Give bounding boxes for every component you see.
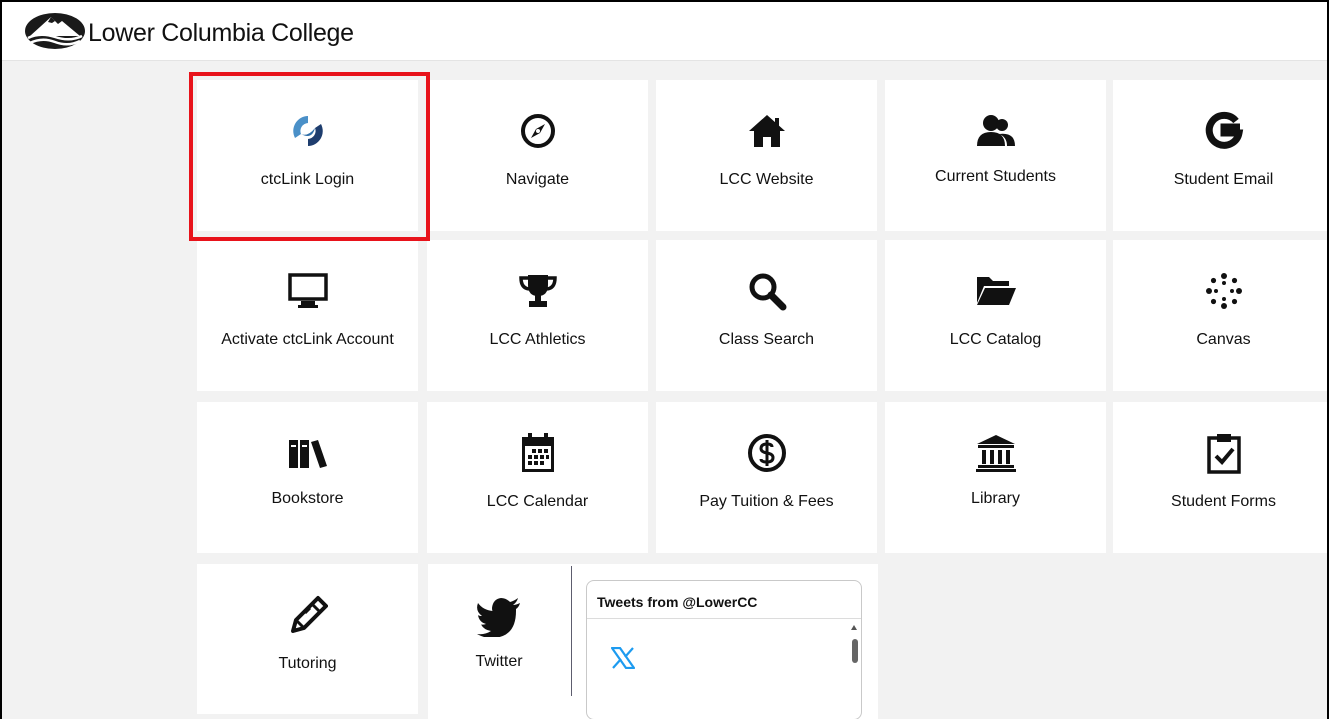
tile-label: LCC Catalog [949,331,1042,348]
app-frame: Lower Columbia College ctcLink Login Nav… [0,0,1329,719]
books-icon [288,440,327,468]
tile-canvas[interactable]: Canvas [1113,240,1327,391]
tile-label: Library [971,490,1020,507]
brand-title[interactable]: Lower Columbia College [88,18,354,48]
tile-label: Class Search [718,331,815,348]
tile-label: Activate ctcLink Account [221,331,394,348]
home-icon [748,115,785,147]
tile-student-email[interactable]: Student Email [1113,80,1327,231]
trophy-icon [518,275,557,307]
bank-icon [975,435,1016,472]
divider [571,566,572,696]
tile-label: Student Forms [1171,493,1276,510]
tile-label: Tutoring [278,655,337,672]
twitter-bird-icon [477,598,520,637]
tile-label: Canvas [1196,331,1251,348]
scrollbar-thumb[interactable] [852,639,858,663]
search-icon [749,273,786,311]
tile-label: Pay Tuition & Fees [699,493,834,510]
tile-label: LCC Athletics [489,331,586,348]
tile-label: LCC Calendar [486,493,589,510]
tile-lcc-website[interactable]: LCC Website [656,80,877,231]
tile-label: Twitter [475,653,523,670]
tile-lcc-calendar[interactable]: LCC Calendar [427,402,648,553]
tweets-widget[interactable]: Tweets from @LowerCC [586,580,862,719]
tweets-header: Tweets from @LowerCC [587,581,861,619]
ctclink-logo-icon [292,116,323,146]
tile-lcc-athletics[interactable]: LCC Athletics [427,240,648,391]
tile-ctclink-login[interactable]: ctcLink Login [197,80,418,231]
dollar-circle-icon [747,434,786,472]
clipboard-check-icon [1206,434,1241,474]
pencil-icon [290,596,328,633]
tile-class-search[interactable]: Class Search [656,240,877,391]
tile-student-forms[interactable]: Student Forms [1113,402,1327,553]
tile-pay-tuition-fees[interactable]: Pay Tuition & Fees [656,402,877,553]
tile-current-students[interactable]: Current Students [885,80,1106,231]
tile-tutoring[interactable]: Tutoring [197,564,418,714]
monitor-icon [287,273,328,308]
tile-label: ctcLink Login [260,171,355,188]
tile-twitter[interactable]: Twitter [428,564,570,714]
folder-open-icon [976,277,1016,305]
mountain-waves-logo[interactable] [24,12,86,50]
tile-activate-ctclink-account[interactable]: Activate ctcLink Account [197,240,418,391]
tile-label: Bookstore [271,490,344,507]
users-icon [976,115,1015,146]
tile-bookstore[interactable]: Bookstore [197,402,418,553]
header: Lower Columbia College [2,2,1327,61]
scroll-up-arrow[interactable] [851,625,857,630]
canvas-logo-icon [1205,273,1242,309]
google-icon [1205,111,1243,149]
tile-label: Navigate [505,171,570,188]
compass-icon [520,114,555,148]
twitter-panel: Twitter Tweets from @LowerCC [428,564,878,719]
tile-label: Student Email [1173,171,1274,188]
x-logo-icon[interactable] [611,647,635,669]
tile-label: LCC Website [719,171,814,188]
tile-lcc-catalog[interactable]: LCC Catalog [885,240,1106,391]
tweets-title[interactable]: Tweets from @LowerCC [597,594,757,610]
calendar-icon [521,433,554,472]
tile-navigate[interactable]: Navigate [427,80,648,231]
tile-label: Current Students [935,168,1056,185]
tile-library[interactable]: Library [885,402,1106,553]
